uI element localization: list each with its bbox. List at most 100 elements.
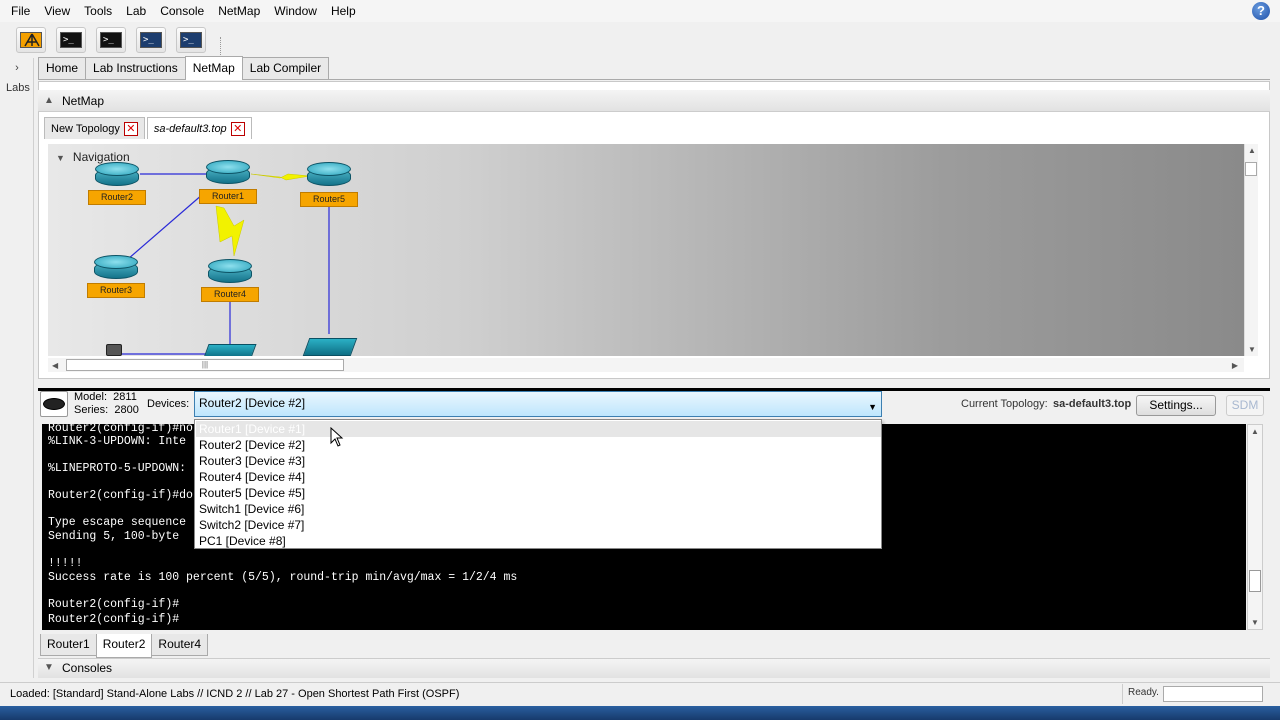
terminal-line: Type escape sequence <box>48 516 187 529</box>
netmap-icon <box>20 32 42 48</box>
topology-canvas[interactable]: Router2 Router1 Router5 Router3 Router4 <box>48 144 1244 356</box>
device-option-pc1[interactable]: PC1 [Device #8] <box>196 533 881 549</box>
terminal-line: Router2(config-if)# <box>48 598 180 611</box>
device-option-router2[interactable]: Router2 [Device #2] <box>196 437 881 453</box>
console-tab-router4[interactable]: Router4 <box>151 634 209 656</box>
labs-expand-icon[interactable]: › <box>8 62 26 76</box>
status-ready-text: Ready. <box>1128 687 1159 698</box>
tab-lab-compiler[interactable]: Lab Compiler <box>241 57 330 79</box>
menu-netmap[interactable]: NetMap <box>211 0 267 22</box>
terminal-line: Sending 5, 100-byte <box>48 530 180 543</box>
navigation-toggle[interactable]: ▼ Navigation <box>56 150 130 164</box>
status-loaded-text: Loaded: [Standard] Stand-Alone Labs // I… <box>10 688 460 700</box>
terminal-line: !!!!! <box>48 557 83 570</box>
menu-window[interactable]: Window <box>267 0 324 22</box>
model-label: Model: <box>74 391 108 403</box>
netmap-header[interactable] <box>38 90 1270 112</box>
help-icon[interactable]: ? <box>1252 2 1270 20</box>
device-option-switch2[interactable]: Switch2 [Device #7] <box>196 517 881 533</box>
console-tab-router1[interactable]: Router1 <box>40 634 97 656</box>
menu-help[interactable]: Help <box>324 0 363 22</box>
terminal-line: Router2(config-if)#do <box>48 489 193 502</box>
router5-label[interactable]: Router5 <box>300 192 358 207</box>
model-info: Model: 2811 <box>74 391 137 403</box>
series-label: Series: <box>74 404 109 416</box>
settings-button[interactable]: Settings... <box>1136 395 1216 416</box>
device-dropdown-list: Router1 [Device #1] Router2 [Device #2] … <box>194 419 882 549</box>
router3-label[interactable]: Router3 <box>87 283 145 298</box>
scroll-down-icon[interactable]: ▼ <box>1251 618 1259 627</box>
device-option-router3[interactable]: Router3 [Device #3] <box>196 453 881 469</box>
close-icon[interactable]: ✕ <box>123 121 138 136</box>
sdm-button[interactable]: SDM <box>1226 395 1264 416</box>
toolbar: >_ >_ >_ >_ <box>0 22 1280 58</box>
netmap-horizontal-thumb[interactable]: ||| <box>66 359 344 371</box>
tab-sa-default3-label: sa-default3.top <box>153 122 227 135</box>
toolbar-grip[interactable] <box>220 37 226 57</box>
tab-sa-default3[interactable]: sa-default3.top ✕ <box>146 117 252 139</box>
scroll-up-icon[interactable]: ▲ <box>1248 146 1256 155</box>
terminal-line: Success rate is 100 percent (5/5), round… <box>48 571 518 584</box>
tab-home[interactable]: Home <box>38 57 87 79</box>
series-info: Series: 2800 <box>74 404 139 416</box>
scroll-down-icon[interactable]: ▼ <box>1248 345 1256 354</box>
consoles-header[interactable] <box>38 658 1270 678</box>
tab-lab-instructions[interactable]: Lab Instructions <box>85 57 186 79</box>
pc1-node[interactable] <box>106 344 122 356</box>
terminal-line: Router2(config-if)#no <box>48 424 193 435</box>
menu-console[interactable]: Console <box>153 0 211 22</box>
terminal-line: %LINK-3-UPDOWN: Inte <box>48 435 187 448</box>
scroll-right-icon[interactable]: ▶ <box>1232 361 1238 370</box>
console-connect-icon: >_ <box>140 32 162 48</box>
navigation-label: Navigation <box>72 150 130 164</box>
router5-node[interactable] <box>307 162 351 188</box>
model-value: 2811 <box>113 391 137 403</box>
device-option-router5[interactable]: Router5 [Device #5] <box>196 485 881 501</box>
router3-node[interactable] <box>94 255 138 281</box>
console-button[interactable]: >_ <box>56 27 86 53</box>
device-option-router1[interactable]: Router1 [Device #1] <box>196 421 881 437</box>
switch1-node[interactable] <box>203 344 257 356</box>
scroll-left-icon[interactable]: ◀ <box>52 361 58 370</box>
device-option-switch1[interactable]: Switch1 [Device #6] <box>196 501 881 517</box>
scroll-up-icon[interactable]: ▲ <box>1251 427 1259 436</box>
router4-node[interactable] <box>208 259 252 285</box>
menu-tools[interactable]: Tools <box>77 0 119 22</box>
console-tab-router2[interactable]: Router2 <box>95 634 153 658</box>
menu-view[interactable]: View <box>37 0 77 22</box>
tab-netmap[interactable]: NetMap <box>184 56 243 80</box>
terminal-scrollbar[interactable]: ▲ ▼ <box>1247 424 1263 630</box>
device-select-value: Router2 [Device #2] <box>199 396 306 410</box>
router4-label[interactable]: Router4 <box>201 287 259 302</box>
collapse-consoles-icon[interactable]: ▼ <box>44 662 54 673</box>
device-option-router4[interactable]: Router4 [Device #4] <box>196 469 881 485</box>
console-connect-button[interactable]: >_ <box>136 27 166 53</box>
menu-bar: File View Tools Lab Console NetMap Windo… <box>0 0 1280 22</box>
labs-sidebar <box>0 58 34 678</box>
collapse-netmap-icon[interactable]: ▲ <box>44 95 54 106</box>
switch2-node[interactable] <box>302 338 358 356</box>
mouse-cursor-icon <box>330 427 344 447</box>
router1-label[interactable]: Router1 <box>199 189 257 204</box>
consoles-title: Consoles <box>62 661 113 675</box>
tab-new-topology-label: New Topology <box>51 122 120 135</box>
menu-lab[interactable]: Lab <box>119 0 153 22</box>
router-device-icon <box>40 391 68 417</box>
netmap-button[interactable] <box>16 27 46 53</box>
router2-node[interactable] <box>95 162 139 188</box>
chevron-down-icon: ▼ <box>56 153 65 163</box>
console-disconnect-button[interactable]: >_ <box>176 27 206 53</box>
main-tab-bar: Home Lab Instructions NetMap Lab Compile… <box>38 56 1270 80</box>
multi-console-icon: >_ <box>100 32 122 48</box>
labs-label[interactable]: Labs <box>6 82 30 94</box>
chevron-down-icon[interactable]: ▼ <box>868 398 877 416</box>
router1-node[interactable] <box>206 160 250 186</box>
close-icon[interactable]: ✕ <box>230 121 245 136</box>
device-select[interactable]: Router2 [Device #2] ▼ <box>194 391 882 417</box>
menu-file[interactable]: File <box>4 0 37 22</box>
router2-label[interactable]: Router2 <box>88 190 146 205</box>
multi-console-button[interactable]: >_ <box>96 27 126 53</box>
tab-new-topology[interactable]: New Topology ✕ <box>44 117 145 139</box>
terminal-scroll-thumb[interactable] <box>1249 570 1261 592</box>
netmap-vertical-thumb[interactable] <box>1245 162 1257 176</box>
